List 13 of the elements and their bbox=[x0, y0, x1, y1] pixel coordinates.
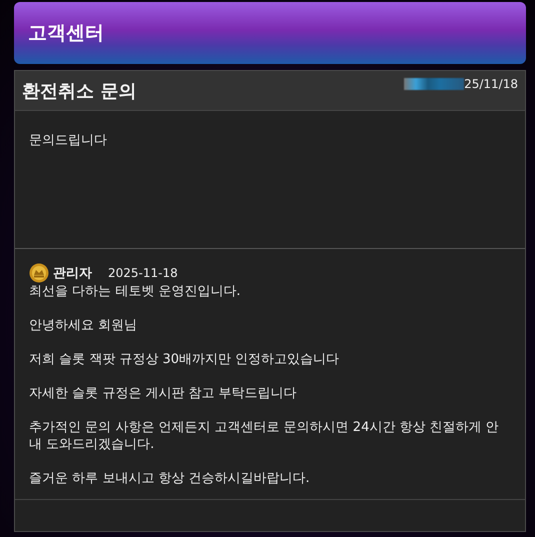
medal-icon bbox=[29, 263, 49, 283]
author-name: 관리자 bbox=[53, 265, 92, 282]
reply-paragraph: 즐거운 하루 보내시고 항상 건승하시길바랍니다. bbox=[29, 470, 311, 487]
reply-paragraph: 추가적인 문의 사항은 언제든지 고객센터로 문의하시면 24시간 항상 친절하게 안내 도와드리겠습니다. bbox=[29, 419, 500, 453]
post-body: 문의드립니다 bbox=[29, 132, 108, 149]
page-title: 고객센터 bbox=[28, 21, 104, 46]
reply-paragraph: 최선을 다하는 테토벳 운영진입니다. bbox=[29, 283, 242, 300]
post-date: 25/11/18 bbox=[464, 76, 518, 90]
reply-paragraph: 저희 슬롯 잭팟 규정상 30배까지만 인정하고있습니다 bbox=[29, 351, 340, 368]
reply-date: 2025-11-18 bbox=[108, 266, 178, 280]
reply-paragraph: 안녕하세요 회원님 bbox=[29, 317, 138, 334]
post-title: 환전취소 문의 bbox=[22, 80, 136, 102]
reply-paragraph: 자세한 슬롯 규정은 게시판 참고 부탁드립니다 bbox=[29, 385, 298, 402]
